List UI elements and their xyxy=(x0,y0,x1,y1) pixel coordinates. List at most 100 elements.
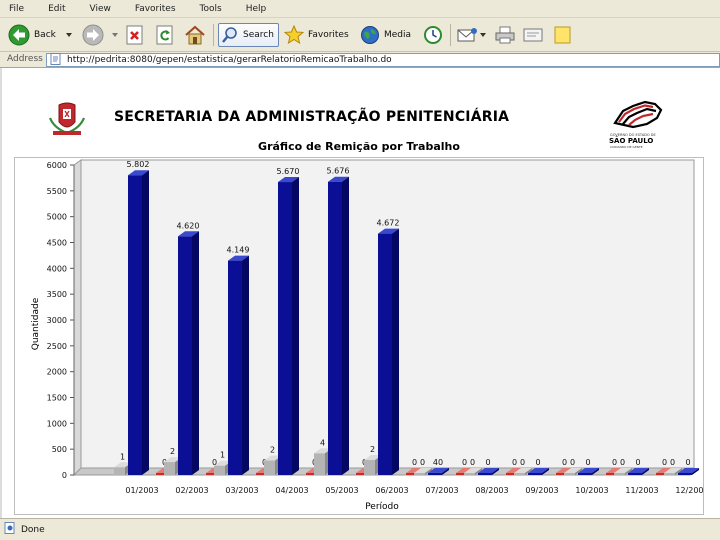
menu-tools[interactable]: Tools xyxy=(200,4,222,14)
bar-face xyxy=(114,467,125,475)
star-icon xyxy=(284,25,304,45)
data-label: 1 xyxy=(220,451,225,460)
menu-edit[interactable]: Edit xyxy=(48,4,65,14)
data-label: 0 xyxy=(470,458,475,467)
x-tick-label: 04/2003 xyxy=(275,486,308,495)
mail-button[interactable] xyxy=(456,23,486,47)
bar-face xyxy=(514,473,525,475)
favorites-button[interactable]: Favorites xyxy=(284,23,349,47)
home-button[interactable] xyxy=(184,23,206,47)
data-label: 0 xyxy=(612,458,617,467)
x-tick-label: 09/2003 xyxy=(525,486,558,495)
forward-button[interactable] xyxy=(82,23,118,47)
bar-face xyxy=(214,465,225,475)
bar xyxy=(178,231,199,475)
data-label: 0 xyxy=(535,458,540,467)
history-icon xyxy=(422,25,444,45)
data-label: 2 xyxy=(270,446,275,455)
media-globe-icon xyxy=(360,25,380,45)
bar xyxy=(278,177,299,476)
search-icon xyxy=(221,26,239,44)
refresh-button[interactable] xyxy=(156,23,174,47)
discuss-button[interactable] xyxy=(552,23,572,47)
toolbar: Back Search Favorites Media xyxy=(0,18,720,52)
media-label: Media xyxy=(384,30,412,40)
bar-face xyxy=(142,170,149,476)
x-axis-title: Período xyxy=(365,502,399,512)
y-tick-label: 2500 xyxy=(47,342,67,351)
data-label: 5.802 xyxy=(127,160,150,169)
data-label: 1 xyxy=(120,452,125,461)
back-label: Back xyxy=(34,30,56,40)
data-label: 4.672 xyxy=(377,219,400,228)
data-label: 0 xyxy=(585,458,590,467)
menu-view[interactable]: View xyxy=(90,4,111,14)
bar xyxy=(228,255,249,475)
data-label: 2 xyxy=(370,445,375,454)
y-tick-label: 4000 xyxy=(47,264,67,273)
chevron-down-icon[interactable] xyxy=(65,33,72,37)
data-label: 0 xyxy=(512,458,517,467)
address-label: Address xyxy=(7,54,43,64)
x-tick-label: 10/2003 xyxy=(575,486,608,495)
y-tick-label: 500 xyxy=(52,445,67,454)
page-icon xyxy=(50,52,62,68)
y-tick-label: 4500 xyxy=(47,239,67,248)
printer-icon xyxy=(494,25,516,45)
data-label: 2 xyxy=(170,447,175,456)
data-label: 0 xyxy=(570,458,575,467)
bar-face xyxy=(578,473,592,475)
bar-face xyxy=(464,473,475,475)
bar-chart: 0500100015002000250030003500400045005000… xyxy=(14,157,704,515)
data-label: 4 xyxy=(320,438,325,447)
media-button[interactable]: Media xyxy=(360,23,411,47)
x-tick-label: 02/2003 xyxy=(175,486,208,495)
data-label: 5.670 xyxy=(277,167,300,176)
data-label: 0 xyxy=(685,458,690,467)
mail-chevron-down-icon[interactable] xyxy=(480,33,486,37)
refresh-icon xyxy=(156,25,174,45)
address-url: http://pedrita:8080/gepen/estatistica/ge… xyxy=(67,55,392,65)
home-icon xyxy=(184,25,206,45)
x-tick-label: 07/2003 xyxy=(425,486,458,495)
menu-help[interactable]: Help xyxy=(246,4,267,14)
data-label: 0 xyxy=(485,458,490,467)
bar-face xyxy=(328,181,342,476)
data-label: 4.620 xyxy=(177,221,200,230)
page-title: SECRETARIA DA ADMINISTRAÇÃO PENITENCIÁRI… xyxy=(114,109,510,125)
x-tick-label: 03/2003 xyxy=(225,486,258,495)
back-button[interactable]: Back xyxy=(8,23,72,47)
edit-page-button[interactable] xyxy=(522,23,546,47)
bar xyxy=(128,170,149,476)
bar-face xyxy=(314,453,325,475)
search-label: Search xyxy=(243,30,274,40)
history-button[interactable] xyxy=(422,23,444,47)
x-tick-label: 11/2003 xyxy=(625,486,658,495)
bar-face xyxy=(192,231,199,475)
menu-bar: File Edit View Favorites Tools Help xyxy=(0,0,720,18)
sticky-note-icon xyxy=(552,25,572,45)
chart-title: Gráfico de Remição por Trabalho xyxy=(258,140,460,153)
y-tick-label: 5000 xyxy=(47,213,67,222)
address-field[interactable]: http://pedrita:8080/gepen/estatistica/ge… xyxy=(46,52,720,68)
bar-face xyxy=(628,473,642,475)
stop-button[interactable] xyxy=(126,23,144,47)
menu-file[interactable]: File xyxy=(9,4,24,14)
search-button[interactable]: Search xyxy=(218,23,279,47)
y-tick-label: 5500 xyxy=(47,187,67,196)
page-done-icon xyxy=(4,522,16,537)
y-axis-title: Quantidade xyxy=(31,297,41,350)
toolbar-separator xyxy=(450,24,451,46)
bar xyxy=(328,176,349,476)
bar-face xyxy=(428,472,442,475)
print-button[interactable] xyxy=(494,23,516,47)
forward-chevron-down-icon[interactable] xyxy=(112,33,118,37)
data-label: 4.149 xyxy=(227,246,250,255)
bar-face xyxy=(528,473,542,475)
x-tick-label: 08/2003 xyxy=(475,486,508,495)
bar-face xyxy=(378,233,392,475)
menu-favorites[interactable]: Favorites xyxy=(135,4,176,14)
bar-face xyxy=(342,176,349,476)
bar-face xyxy=(228,260,242,475)
x-tick-label: 05/2003 xyxy=(325,486,358,495)
